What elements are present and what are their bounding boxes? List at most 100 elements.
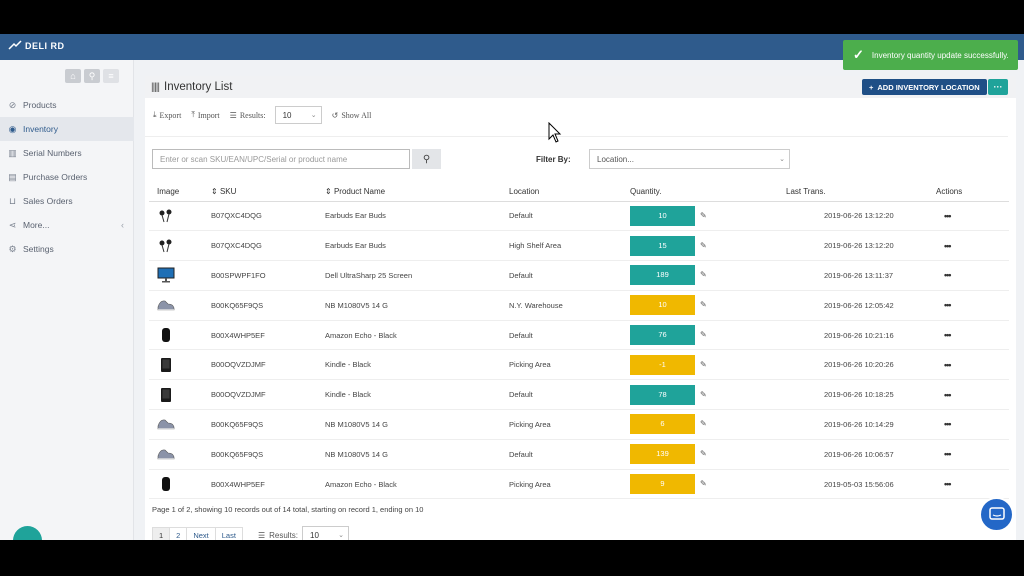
export-button[interactable]: ⤓ Export bbox=[153, 110, 181, 120]
product-name-cell: Earbuds Ear Buds bbox=[325, 230, 509, 262]
edit-pencil-icon[interactable]: ✎ bbox=[700, 211, 707, 220]
table-row[interactable]: B07QXC4DQG Earbuds Ear Buds Default 10 ✎ 2019… bbox=[149, 201, 1009, 232]
edit-pencil-icon[interactable]: ✎ bbox=[700, 360, 707, 369]
search-icon[interactable]: ⚲ bbox=[84, 69, 100, 83]
column-header-sku[interactable]: ⇕ SKU bbox=[211, 183, 325, 202]
sidebar-item-products[interactable]: ⊘ Products bbox=[0, 93, 134, 117]
results-label: Results: bbox=[269, 530, 299, 540]
quantity-badge[interactable]: 189 bbox=[630, 265, 695, 286]
logo-text: DELI RD bbox=[25, 41, 65, 51]
show-all-button[interactable]: ↺ Show All bbox=[332, 111, 372, 120]
row-actions-button[interactable]: ••• bbox=[944, 449, 952, 459]
chat-button[interactable] bbox=[979, 497, 1014, 532]
quantity-badge[interactable]: 9 bbox=[630, 474, 695, 495]
edit-pencil-icon[interactable]: ✎ bbox=[700, 390, 707, 399]
location-cell: Default bbox=[509, 379, 630, 411]
last-page-button[interactable]: Last bbox=[214, 526, 243, 540]
results-value: 10 bbox=[310, 530, 319, 540]
location-select[interactable]: Location... ⌄ bbox=[589, 149, 790, 169]
row-actions-button[interactable]: ••• bbox=[944, 419, 952, 429]
quantity-badge[interactable]: 78 bbox=[630, 384, 695, 405]
share-icon: ⋖ bbox=[8, 219, 17, 230]
quantity-badge[interactable]: -1 bbox=[630, 354, 695, 375]
menu-icon[interactable]: ≡ bbox=[103, 69, 119, 83]
product-header-label: Product Name bbox=[333, 187, 386, 197]
sidebar-item-label: More... bbox=[23, 220, 50, 230]
sku-cell: B07QXC4DQG bbox=[211, 230, 325, 262]
quantity-badge[interactable]: 10 bbox=[630, 295, 695, 316]
sidebar-item-label: Sales Orders bbox=[23, 196, 73, 206]
import-button[interactable]: ⤒ Import bbox=[191, 110, 219, 120]
row-actions-button[interactable]: ••• bbox=[944, 360, 952, 370]
table-row[interactable]: B07QXC4DQG Earbuds Ear Buds High Shelf Are… bbox=[149, 230, 1009, 262]
table-row[interactable]: B00KQ65F9QS NB M1080V5 14 G N.Y. Warehouse… bbox=[149, 290, 1009, 321]
edit-pencil-icon[interactable]: ✎ bbox=[700, 419, 707, 428]
location-cell: Default bbox=[509, 439, 630, 470]
plus-icon: + bbox=[869, 82, 874, 92]
row-actions-button[interactable]: ••• bbox=[944, 390, 952, 400]
sidebar-item-serial-numbers[interactable]: ▥ Serial Numbers bbox=[0, 141, 134, 165]
table-row[interactable]: B00KQ65F9QS NB M1080V5 14 G Default 139 ✎ 201… bbox=[149, 439, 1009, 470]
edit-pencil-icon[interactable]: ✎ bbox=[700, 241, 707, 250]
edit-pencil-icon[interactable]: ✎ bbox=[700, 330, 707, 339]
sidebar-item-settings[interactable]: ⚙ Settings bbox=[0, 237, 134, 261]
more-options-button[interactable]: ··· bbox=[988, 79, 1008, 95]
quantity-badge[interactable]: 15 bbox=[630, 235, 695, 256]
home-icon[interactable]: ⌂ bbox=[65, 69, 81, 83]
quick-actions-button[interactable]: ··· bbox=[13, 526, 42, 540]
chevron-down-icon: ⌄ bbox=[310, 112, 317, 119]
quantity-badge[interactable]: 6 bbox=[630, 414, 695, 435]
results-label: Results: bbox=[239, 110, 266, 120]
sidebar-item-sales-orders[interactable]: ⊔ Sales Orders bbox=[0, 189, 134, 213]
sidebar-item-label: Products bbox=[23, 100, 57, 110]
logo[interactable]: DELI RD bbox=[8, 40, 65, 52]
table-row[interactable]: B00KQ65F9QS NB M1080V5 14 G Picking Area 6 ✎… bbox=[149, 409, 1009, 440]
location-cell: High Shelf Area bbox=[509, 230, 630, 262]
edit-pencil-icon[interactable]: ✎ bbox=[700, 479, 707, 488]
product-name-cell: NB M1080V5 14 G bbox=[325, 409, 509, 440]
row-actions-button[interactable]: ••• bbox=[944, 211, 952, 221]
page-1-button[interactable]: 1 bbox=[152, 526, 171, 540]
success-toast[interactable]: ✓ Inventory quantity update successfully… bbox=[843, 40, 1018, 70]
quantity-badge[interactable]: 139 bbox=[630, 444, 695, 465]
row-actions-button[interactable]: ••• bbox=[944, 270, 952, 280]
table-row[interactable]: B00SPWPF1FO Dell UltraSharp 25 Screen Defa… bbox=[149, 260, 1009, 291]
bottom-results-select[interactable]: 10 ⌄ bbox=[302, 526, 350, 540]
next-page-button[interactable]: Next bbox=[186, 526, 216, 540]
add-inventory-location-button[interactable]: + ADD INVENTORY LOCATION bbox=[862, 79, 987, 95]
page-2-button[interactable]: 2 bbox=[169, 526, 188, 540]
sku-cell: B00KQ65F9QS bbox=[211, 409, 325, 440]
search-button[interactable]: ⚲ bbox=[412, 149, 441, 169]
sidebar-item-more[interactable]: ⋖ More... ‹ bbox=[0, 213, 134, 237]
search-icon: ⚲ bbox=[422, 153, 431, 165]
sku-cell: B00KQ65F9QS bbox=[211, 439, 325, 470]
last-trans-cell: 2019-06-26 13:11:37 bbox=[786, 260, 936, 291]
sidebar-item-purchase-orders[interactable]: ▤ Purchase Orders bbox=[0, 165, 134, 189]
edit-pencil-icon[interactable]: ✎ bbox=[700, 300, 707, 309]
edit-pencil-icon[interactable]: ✎ bbox=[700, 270, 707, 279]
table-row[interactable]: B00X4WHP5EF Amazon Echo - Black Default 76 ✎… bbox=[149, 320, 1009, 351]
last-trans-cell: 2019-06-26 10:20:26 bbox=[786, 349, 936, 381]
table-row[interactable]: B00OQVZDJMF Kindle - Black Picking Area -1 ✎… bbox=[149, 349, 1009, 381]
product-thumbnail bbox=[157, 445, 175, 463]
results-select[interactable]: 10 ⌄ bbox=[274, 106, 322, 124]
row-actions-button[interactable]: ••• bbox=[944, 241, 952, 251]
row-actions-button[interactable]: ••• bbox=[944, 479, 952, 489]
sidebar-item-inventory[interactable]: ◉ Inventory bbox=[0, 117, 134, 141]
quantity-badge[interactable]: 10 bbox=[630, 205, 695, 226]
sku-cell: B00OQVZDJMF bbox=[211, 379, 325, 411]
quantity-badge[interactable]: 76 bbox=[630, 325, 695, 346]
table-row[interactable]: B00X4WHP5EF Amazon Echo - Black Picking Ar… bbox=[149, 469, 1009, 500]
row-actions-button[interactable]: ••• bbox=[944, 300, 952, 310]
column-header-product-name[interactable]: ⇕ Product Name bbox=[325, 183, 509, 202]
search-input[interactable]: Enter or scan SKU/EAN/UPC/Serial or prod… bbox=[152, 149, 410, 169]
gear-icon: ⚙ bbox=[8, 243, 17, 254]
row-actions-button[interactable]: ••• bbox=[944, 330, 952, 340]
add-button-label: ADD INVENTORY LOCATION bbox=[877, 82, 980, 92]
product-thumbnail bbox=[157, 237, 175, 255]
product-thumbnail bbox=[157, 207, 175, 225]
table-row[interactable]: B00OQVZDJMF Kindle - Black Default 78 ✎ 2019-… bbox=[149, 379, 1009, 411]
sidebar-item-label: Purchase Orders bbox=[23, 172, 88, 182]
edit-pencil-icon[interactable]: ✎ bbox=[700, 449, 707, 458]
product-name-cell: Kindle - Black bbox=[325, 379, 509, 411]
